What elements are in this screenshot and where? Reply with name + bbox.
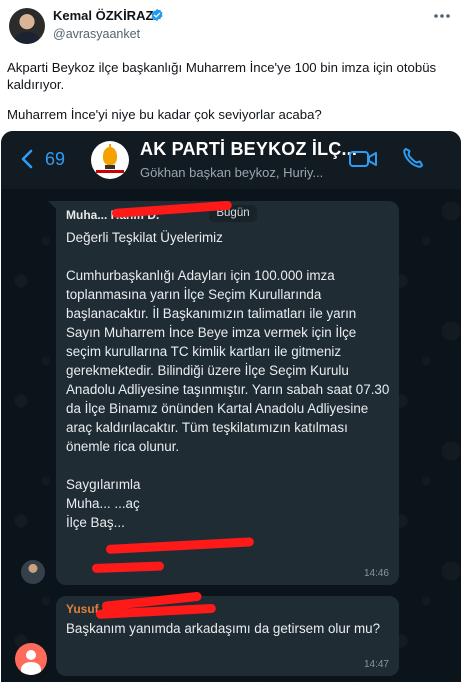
redaction-scribble — [91, 561, 165, 573]
author-avatar[interactable] — [9, 8, 45, 44]
message-bubble: Muha... Hanifi D. Bugün Değerli Teşkilat… — [56, 200, 399, 585]
verified-badge-icon — [151, 8, 163, 22]
message-time: 14:47 — [363, 659, 389, 670]
video-call-icon — [349, 151, 377, 167]
phone-call-icon — [403, 148, 423, 168]
tweet-media-image[interactable]: 69 AK PARTİ BEYKOZ İLÇ... Gökhan başkan … — [1, 131, 461, 682]
group-avatar-akparti-logo — [91, 141, 129, 179]
group-name: AK PARTİ BEYKOZ İLÇ... — [140, 139, 358, 159]
member-avatar-default-icon — [15, 643, 47, 675]
message-bubble: Yusuf İ... Başkanım yanımda arkadaşımı d… — [56, 591, 399, 676]
message-text: Değerli Teşkilat Üyelerimiz Cumhurbaşkan… — [66, 230, 390, 530]
tweet-header: Kemal ÖZKİRAZ @avrasyaanket — [0, 0, 462, 50]
more-options-icon[interactable] — [432, 8, 452, 24]
group-members: Gökhan başkan beykoz, Huriy... — [140, 165, 324, 180]
author-display-name[interactable]: Kemal ÖZKİRAZ — [53, 8, 153, 23]
redaction-scribble — [105, 537, 255, 554]
chat-header: 69 AK PARTİ BEYKOZ İLÇ... Gökhan başkan … — [1, 131, 461, 189]
back-chevron-icon — [21, 149, 33, 169]
unread-count: 69 — [45, 149, 66, 169]
tweet-text-paragraph-2: Muharrem İnce'yi niye bu kadar çok seviy… — [7, 107, 322, 122]
author-handle[interactable]: @avrasyaanket — [53, 27, 140, 41]
message-text: Başkanım yanımda arkadaşımı da getirsem … — [66, 621, 381, 636]
message-time: 14:46 — [363, 568, 389, 579]
tweet-text-paragraph-1: Akparti Beykoz ilçe başkanlığı Muharrem … — [7, 60, 437, 92]
member-avatar — [21, 560, 45, 584]
